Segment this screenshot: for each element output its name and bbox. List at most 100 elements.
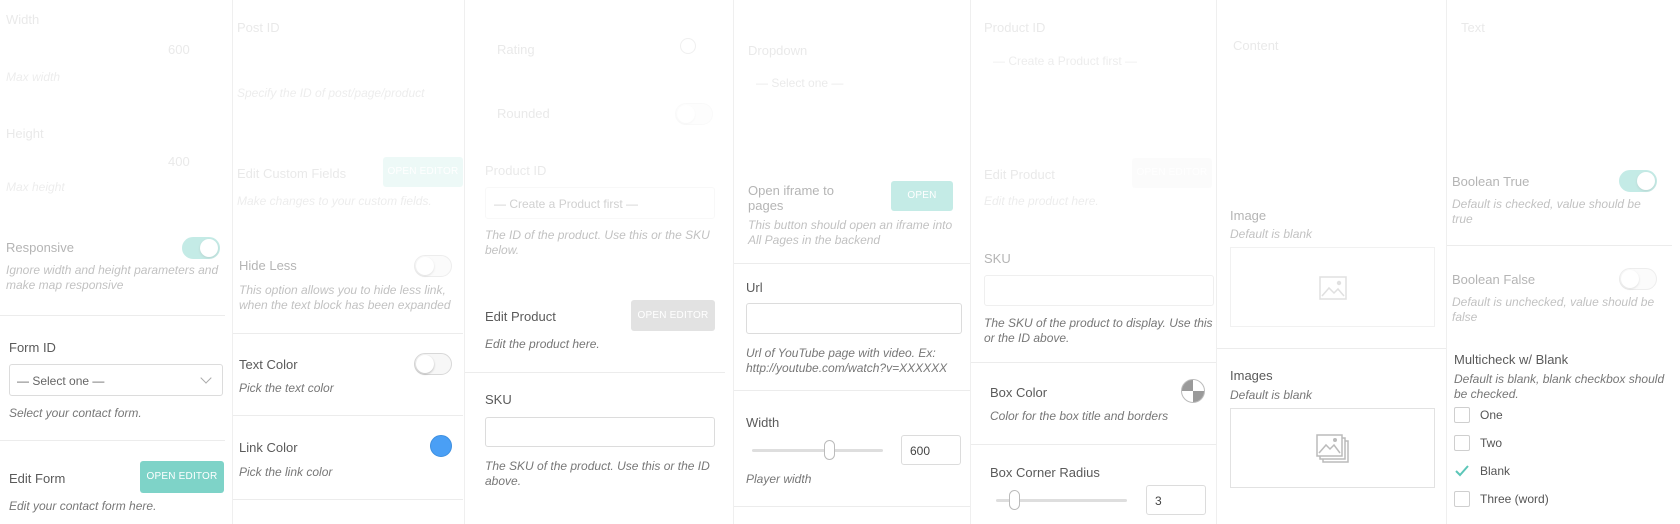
dropdown-value[interactable]: — Select one — (756, 76, 843, 90)
post-id-desc: Specify the ID of post/page/product (237, 86, 425, 100)
box-corner-radius-slider-thumb[interactable] (1009, 490, 1020, 510)
boolean-false-toggle[interactable] (1619, 268, 1657, 290)
product-id-desc: The ID of the product. Use this or the S… (485, 228, 710, 257)
width-value[interactable]: 600 (168, 42, 190, 57)
player-width-input[interactable]: 600 (901, 435, 961, 465)
edit-custom-fields-desc: Make changes to your custom fields. (237, 194, 432, 208)
images-dropzone[interactable] (1230, 408, 1435, 488)
player-width-slider-thumb[interactable] (824, 440, 835, 460)
chevron-down-icon (200, 372, 212, 384)
player-width-label: Width (746, 415, 780, 430)
multicheck-label: Multicheck w/ Blank (1454, 352, 1569, 367)
multicheck-checkbox-three[interactable] (1454, 491, 1470, 507)
box-color-label: Box Color (990, 385, 1048, 400)
form-id-select[interactable]: — Select one — (9, 364, 223, 396)
column-content-images: Content Image Default is blank Images De… (1217, 0, 1447, 524)
url-label: Url (746, 280, 763, 295)
responsive-toggle[interactable] (182, 237, 220, 259)
box-color-swatch[interactable] (1181, 379, 1205, 403)
images-desc: Default is blank (1230, 388, 1313, 402)
checkmark-icon (1455, 465, 1469, 477)
divider (1217, 348, 1447, 349)
divider (734, 263, 970, 264)
box-corner-radius-label: Box Corner Radius (990, 465, 1100, 480)
edit-product-desc: Edit the product here. (984, 194, 1099, 208)
divider (734, 506, 970, 507)
url-desc: Url of YouTube page with video. Ex: http… (746, 346, 948, 375)
height-label: Height (6, 126, 44, 141)
multicheck-option-label: Three (word) (1480, 492, 1549, 506)
boolean-true-toggle[interactable] (1619, 170, 1657, 192)
box-corner-radius-input[interactable]: 3 (1146, 485, 1206, 515)
link-color-desc: Pick the link color (239, 465, 333, 479)
column-product-box: Product ID — Create a Product first — Ed… (971, 0, 1216, 524)
multicheck-checkbox-two[interactable] (1454, 435, 1470, 451)
product-id-label: Product ID (984, 20, 1046, 35)
edit-custom-fields-button[interactable]: OPEN EDITOR (383, 157, 463, 187)
rating-label: Rating (497, 42, 535, 57)
multicheck-desc: Default is blank, blank checkbox should … (1454, 372, 1665, 401)
sku-input[interactable] (984, 275, 1214, 306)
form-id-selected: — Select one — (17, 374, 105, 388)
link-color-label: Link Color (239, 440, 298, 455)
column-map-and-form: Width 600 Max width Height 400 Max heigh… (0, 0, 232, 524)
edit-product-button[interactable]: OPEN EDITOR (1132, 158, 1212, 188)
dropdown-label: Dropdown (748, 43, 808, 58)
text-label: Text (1461, 20, 1485, 35)
responsive-desc: Ignore width and height parameters and m… (6, 263, 219, 292)
divider (734, 390, 970, 391)
divider (971, 362, 1216, 363)
image-dropzone[interactable] (1230, 247, 1435, 327)
sku-desc: The SKU of the product to display. Use t… (984, 316, 1213, 345)
edit-form-open-editor-button[interactable]: OPEN EDITOR (140, 461, 224, 493)
multicheck-checkbox-one[interactable] (1454, 407, 1470, 423)
rounded-toggle[interactable] (675, 103, 713, 125)
multicheck-checkbox-blank[interactable] (1454, 463, 1470, 479)
divider (233, 499, 463, 500)
open-iframe-desc: This button should open an iframe into A… (748, 218, 953, 247)
height-value[interactable]: 400 (168, 154, 190, 169)
multicheck-option-label: Blank (1480, 464, 1511, 478)
images-label: Images (1230, 368, 1273, 383)
rating-icon (680, 38, 696, 54)
text-color-toggle[interactable] (414, 353, 452, 375)
divider (465, 372, 725, 373)
product-id-select[interactable]: — Create a Product first — (993, 54, 1137, 68)
column-product: Rating Rounded Product ID — Create a Pro… (465, 0, 725, 524)
product-id-select[interactable]: — Create a Product first — (485, 187, 715, 219)
edit-form-label: Edit Form (9, 471, 66, 486)
text-color-desc: Pick the text color (239, 381, 334, 395)
sku-desc: The SKU of the product. Use this or the … (485, 459, 710, 488)
hide-less-toggle[interactable] (414, 255, 452, 277)
divider (0, 315, 225, 316)
edit-product-label: Edit Product (984, 167, 1055, 182)
divider (233, 415, 463, 416)
form-id-desc: Select your contact form. (9, 406, 142, 420)
hide-less-label: Hide Less (239, 258, 297, 273)
box-color-desc: Color for the box title and borders (990, 409, 1169, 423)
rounded-label: Rounded (497, 106, 550, 121)
product-id-selected: — Create a Product first — (494, 197, 639, 211)
open-iframe-button[interactable]: OPEN (891, 181, 953, 211)
divider (0, 440, 225, 441)
edit-form-desc: Edit your contact form here. (9, 499, 157, 513)
url-input[interactable] (746, 303, 962, 334)
divider (971, 444, 1216, 445)
sku-input[interactable] (485, 417, 715, 447)
column-post-and-colors: Post ID Specify the ID of post/page/prod… (233, 0, 463, 524)
boolean-true-desc: Default is checked, value should be true (1452, 197, 1641, 226)
player-width-value: 600 (910, 444, 931, 458)
responsive-label: Responsive (6, 240, 74, 255)
sku-label: SKU (485, 392, 512, 407)
gallery-placeholder-icon (1316, 434, 1349, 463)
post-id-label: Post ID (237, 20, 280, 35)
open-iframe-label: Open iframe to pages (748, 183, 834, 213)
sku-label: SKU (984, 251, 1011, 266)
player-width-slider-track[interactable] (752, 449, 883, 452)
boolean-false-desc: Default is unchecked, value should be fa… (1452, 295, 1655, 324)
image-desc: Default is blank (1230, 227, 1313, 241)
edit-product-open-editor-button[interactable]: OPEN EDITOR (631, 300, 715, 331)
text-color-label: Text Color (239, 357, 298, 372)
link-color-swatch[interactable] (430, 435, 452, 457)
divider (233, 333, 463, 334)
